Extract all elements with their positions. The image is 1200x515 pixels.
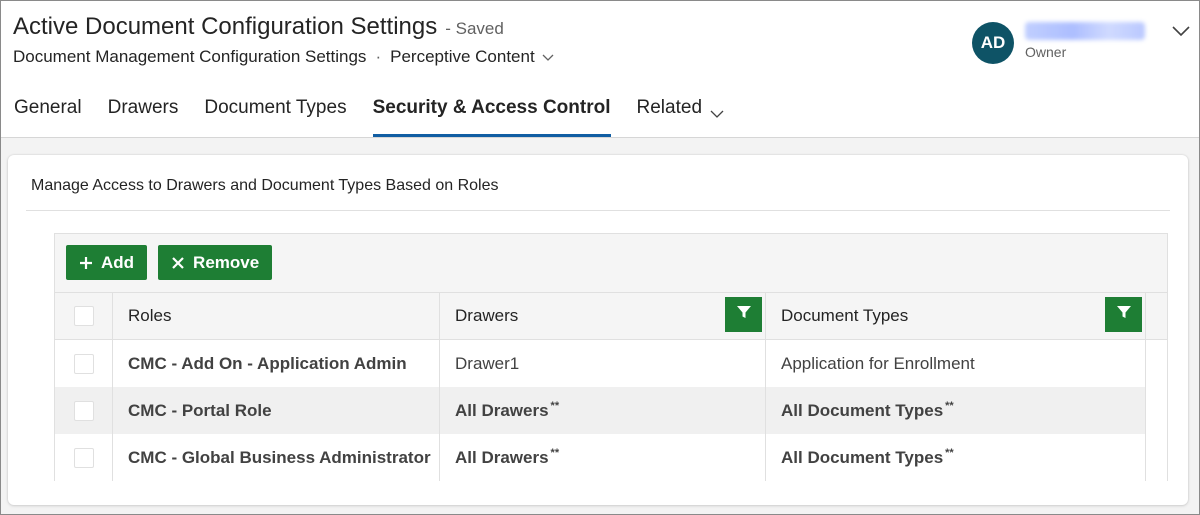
section-card: Manage Access to Drawers and Document Ty…: [8, 155, 1188, 505]
filter-icon: [1116, 304, 1132, 325]
tab-list: General Drawers Document Types Security …: [1, 93, 737, 137]
add-button-label: Add: [101, 252, 135, 272]
drawers-filter-button[interactable]: [725, 297, 762, 332]
drawers-text: All Drawers: [455, 447, 549, 467]
section-divider: [26, 210, 1170, 211]
doc-types-footnote-marker: **: [945, 399, 954, 412]
remove-button-label: Remove: [193, 252, 260, 272]
row-checkbox[interactable]: [73, 447, 94, 468]
owner-card[interactable]: AD Owner: [972, 22, 1145, 64]
row-checkbox[interactable]: [73, 400, 94, 421]
row-tail: [1146, 340, 1167, 387]
drawers-value: All Drawers **: [455, 446, 560, 468]
drawers-cell: All Drawers **: [440, 434, 766, 481]
drawers-value: Drawer1: [455, 353, 520, 373]
document-types-filter-button[interactable]: [1105, 297, 1142, 332]
role-cell: CMC - Global Business Administrator: [113, 434, 440, 481]
saved-status: - Saved: [445, 19, 504, 38]
form-header: Active Document Configuration Settings -…: [1, 1, 1199, 138]
column-header-drawers-label: Drawers: [455, 306, 519, 325]
drawers-text: All Drawers: [455, 400, 549, 420]
section-title: Manage Access to Drawers and Document Ty…: [31, 177, 499, 194]
table-row[interactable]: CMC - Global Business Administrator All …: [55, 434, 1167, 481]
role-cell: CMC - Add On - Application Admin: [113, 340, 440, 387]
doc-types-value: All Document Types **: [781, 446, 954, 468]
doc-types-text: All Document Types: [781, 400, 944, 420]
doc-types-value: Application for Enrollment: [781, 353, 975, 373]
tab-drawers[interactable]: Drawers: [95, 93, 192, 137]
header-tail: [1146, 293, 1167, 339]
row-tail: [1146, 387, 1167, 434]
grid-toolbar: Add Remove: [66, 245, 283, 280]
tab-general[interactable]: General: [1, 93, 95, 137]
drawers-value: All Drawers **: [455, 399, 560, 421]
owner-text: Owner: [1025, 22, 1145, 60]
tab-security-access-control[interactable]: Security & Access Control: [360, 93, 624, 137]
filter-icon: [736, 304, 752, 325]
doc-types-cell: Application for Enrollment: [766, 340, 1146, 387]
header-expand-chevron-down-icon[interactable]: [1171, 23, 1191, 39]
role-value: CMC - Portal Role: [128, 400, 272, 420]
row-select-cell: [55, 387, 113, 434]
row-tail: [1146, 434, 1167, 481]
select-all-cell: [55, 293, 113, 339]
x-icon: [171, 256, 185, 270]
row-checkbox[interactable]: [73, 353, 94, 374]
doc-types-cell: All Document Types **: [766, 387, 1146, 434]
tab-related[interactable]: Related: [624, 93, 738, 137]
entity-name: Document Management Configuration Settin…: [13, 47, 367, 66]
row-select-cell: [55, 340, 113, 387]
form-selector-label: Perceptive Content: [390, 47, 535, 66]
subtitle-row: Document Management Configuration Settin…: [13, 47, 555, 67]
page-title: Active Document Configuration Settings: [13, 13, 438, 40]
chevron-down-icon: [710, 101, 724, 118]
roles-table: Roles Drawers Document Types CMC - Add O…: [55, 292, 1167, 481]
drawers-footnote-marker: **: [550, 446, 560, 459]
avatar: AD: [972, 22, 1014, 64]
chevron-down-icon: [541, 50, 555, 64]
drawers-footnote-marker: **: [550, 399, 560, 412]
title-row: Active Document Configuration Settings -…: [13, 13, 504, 41]
form-selector[interactable]: Perceptive Content: [390, 47, 555, 67]
doc-types-footnote-marker: **: [945, 446, 954, 459]
column-header-document-types[interactable]: Document Types: [766, 293, 1146, 339]
drawers-cell: All Drawers **: [440, 387, 766, 434]
role-cell: CMC - Portal Role: [113, 387, 440, 434]
separator: ·: [375, 47, 382, 66]
role-value: CMC - Add On - Application Admin: [128, 353, 407, 373]
tab-document-types[interactable]: Document Types: [191, 93, 359, 137]
doc-types-text: All Document Types: [781, 447, 944, 467]
owner-name-redacted[interactable]: [1025, 22, 1145, 40]
plus-icon: [79, 256, 93, 270]
column-header-document-types-label: Document Types: [781, 306, 909, 325]
doc-types-cell: All Document Types **: [766, 434, 1146, 481]
owner-role: Owner: [1025, 44, 1067, 60]
row-select-cell: [55, 434, 113, 481]
table-row[interactable]: CMC - Add On - Application Admin Drawer1…: [55, 340, 1167, 387]
table-row[interactable]: CMC - Portal Role All Drawers ** All Docu…: [55, 387, 1167, 434]
add-button[interactable]: Add: [66, 245, 148, 280]
tab-related-label: Related: [636, 97, 703, 118]
subgrid: Add Remove Roles Drawers Document Types …: [54, 233, 1168, 481]
table-header-row: Roles Drawers Document Types: [55, 292, 1167, 340]
column-header-roles[interactable]: Roles: [113, 293, 440, 339]
role-value: CMC - Global Business Administrator: [128, 447, 431, 467]
column-header-drawers[interactable]: Drawers: [440, 293, 766, 339]
drawers-cell: Drawer1: [440, 340, 766, 387]
remove-button[interactable]: Remove: [158, 245, 273, 280]
doc-types-value: All Document Types **: [781, 399, 954, 421]
select-all-checkbox[interactable]: [73, 306, 94, 326]
